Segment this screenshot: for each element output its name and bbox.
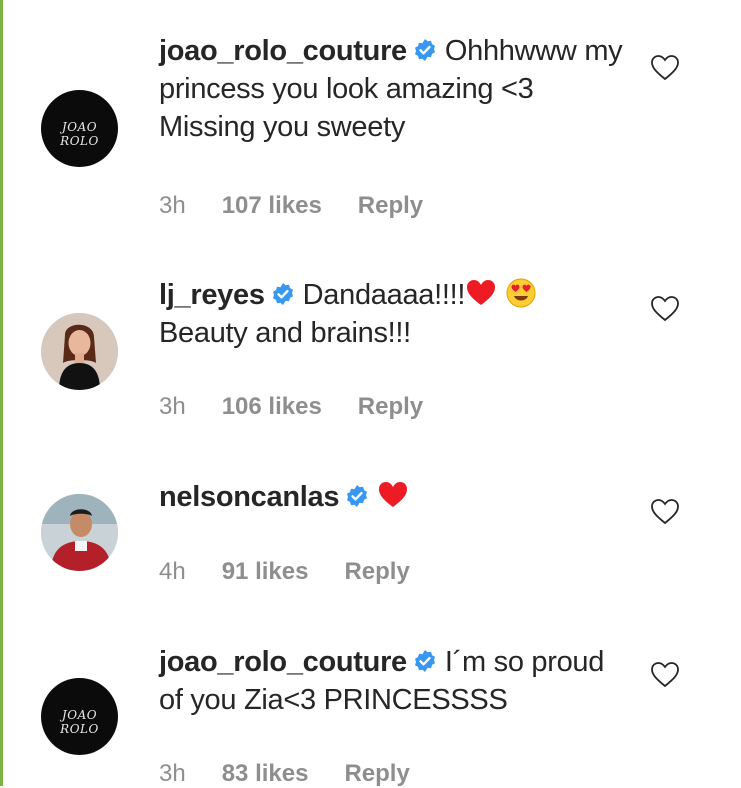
comment-body: lj_reyes Dandaaaa!!!! Beauty and brains!!… <box>159 276 629 352</box>
comment-meta: 3h 106 likes Reply <box>159 393 459 421</box>
profile-photo-icon <box>41 313 118 390</box>
comment-likes[interactable]: 107 likes <box>222 192 322 219</box>
comment-username[interactable]: joao_rolo_couture <box>159 646 407 678</box>
red-heart-emoji-icon <box>467 280 496 305</box>
reply-button[interactable]: Reply <box>358 192 423 219</box>
comment-likes[interactable]: 106 likes <box>222 393 322 420</box>
like-heart-icon[interactable] <box>650 294 680 324</box>
comment-username[interactable]: joao_rolo_couture <box>159 35 407 67</box>
reply-button[interactable]: Reply <box>344 760 409 787</box>
comment-likes[interactable]: 91 likes <box>222 558 309 585</box>
avatar[interactable] <box>41 494 118 571</box>
verified-badge-icon <box>414 39 435 61</box>
avatar[interactable]: JOAO ROLO <box>41 90 118 167</box>
comment-body: joao_rolo_couture I´m so proud of you Zia… <box>159 643 629 719</box>
window-edge <box>0 0 3 786</box>
comment-username[interactable]: lj_reyes <box>159 279 265 311</box>
comment-meta: 4h 91 likes Reply <box>159 558 446 586</box>
reply-button[interactable]: Reply <box>344 558 409 585</box>
comment-likes[interactable]: 83 likes <box>222 760 309 787</box>
verified-badge-icon <box>272 283 293 305</box>
like-heart-icon[interactable] <box>650 660 680 690</box>
profile-photo-icon <box>41 494 118 571</box>
comment-body: joao_rolo_couture Ohhhwww my princess you… <box>159 32 629 146</box>
red-heart-emoji-icon <box>379 482 408 507</box>
comment-body: nelsoncanlas <box>159 478 629 516</box>
reply-button[interactable]: Reply <box>358 393 423 420</box>
avatar-logo-text: JOAO ROLO <box>60 120 99 148</box>
comment-time[interactable]: 3h <box>159 760 186 787</box>
comment-text: Dandaaaa!!!! <box>302 279 466 311</box>
comment-meta: 3h 107 likes Reply <box>159 192 459 220</box>
verified-badge-icon <box>347 485 368 507</box>
like-heart-icon[interactable] <box>650 53 680 83</box>
verified-badge-icon <box>414 650 435 672</box>
comment-text-line2: Beauty and brains!!! <box>159 317 411 349</box>
avatar-logo-text: JOAO ROLO <box>60 708 99 736</box>
comment-time[interactable]: 3h <box>159 393 186 420</box>
comment-time[interactable]: 3h <box>159 192 186 219</box>
comment-time[interactable]: 4h <box>159 558 186 585</box>
avatar[interactable]: JOAO ROLO <box>41 678 118 755</box>
comment-username[interactable]: nelsoncanlas <box>159 481 339 513</box>
comment-meta: 3h 83 likes Reply <box>159 760 446 788</box>
avatar[interactable] <box>41 313 118 390</box>
like-heart-icon[interactable] <box>650 497 680 527</box>
heart-eyes-emoji-icon <box>506 278 536 308</box>
